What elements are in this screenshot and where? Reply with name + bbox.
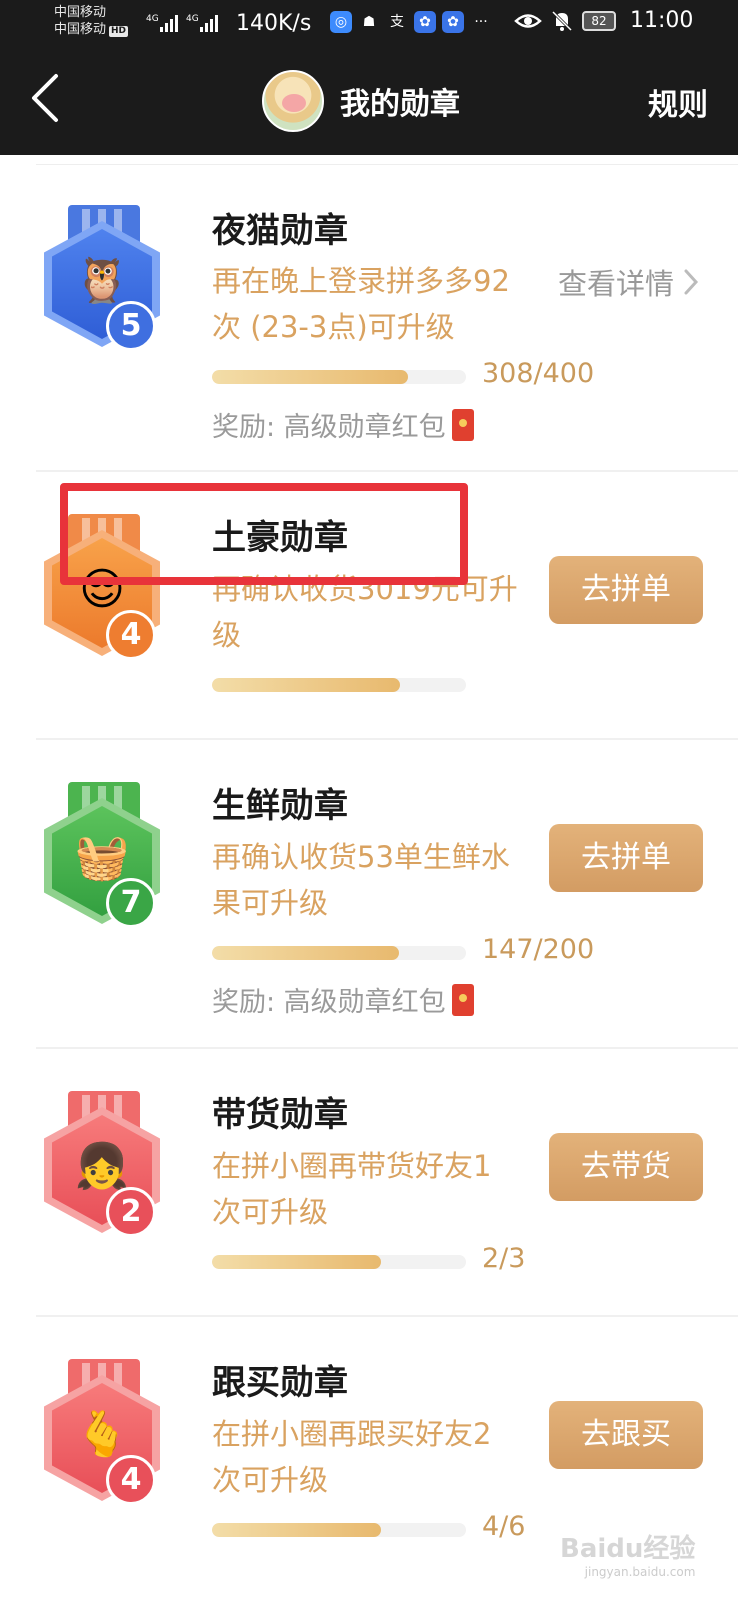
badge-description: 在拼小圈再带货好友1次可升级 <box>212 1149 492 1229</box>
more-icon: ··· <box>474 14 488 30</box>
progress-fill <box>212 678 400 692</box>
badge-description: 再确认收货3019元可升级 <box>212 572 518 652</box>
avatar[interactable] <box>262 70 324 132</box>
medal-fresh: 🧺 7 <box>44 782 164 932</box>
reward-label: 奖励: 高级勋章红包 <box>212 412 446 443</box>
progress-fill <box>212 946 399 960</box>
alipay-icon: 支 <box>390 14 404 30</box>
rich-man-icon: 😎 <box>79 564 125 615</box>
progress-count: 308/400 <box>482 358 595 389</box>
group-buy-button[interactable]: 去拼单 <box>549 824 703 892</box>
chevron-left-icon <box>32 74 58 122</box>
baidu-watermark: Baidu经验 jingyan.baidu.com <box>560 1528 695 1579</box>
view-details-label: 查看详情 <box>558 267 675 301</box>
baidu-icon: ✿ <box>414 11 436 33</box>
reward-info: 奖励: 高级勋章红包 <box>212 405 474 444</box>
hand-heart-icon: 🫰 <box>74 1409 130 1460</box>
rules-link[interactable]: 规则 <box>648 80 708 124</box>
red-packet-icon <box>451 983 474 1016</box>
network-speed: 140K/s <box>236 11 312 36</box>
net-type-2: 4G <box>186 14 199 24</box>
carrier-2: 中国移动 <box>54 22 107 37</box>
baidu-icon-2: ✿ <box>442 11 464 33</box>
badge-description: 在拼小圈再跟买好友2次可升级 <box>212 1417 492 1497</box>
notification-icons: ◎ ☗ 支 ✿ ✿ ··· <box>330 11 492 33</box>
badge-title: 带货勋章 <box>212 1095 348 1135</box>
badge-title: 跟买勋章 <box>212 1363 348 1403</box>
promote-button[interactable]: 去带货 <box>549 1133 703 1201</box>
badge-title: 夜猫勋章 <box>212 211 348 251</box>
group-buy-button[interactable]: 去拼单 <box>549 556 703 624</box>
level-badge: 7 <box>106 878 156 928</box>
level-badge: 5 <box>106 301 156 351</box>
badge-item-night-owl: 🦉 5 夜猫勋章 再在晚上登录拼多多92次 (23-3点)可升级 查看详情 30… <box>0 165 738 472</box>
page: 中国移动 中国移动 HD 4G 4G 140K/s ◎ ☗ 支 ✿ ✿ ··· … <box>0 0 738 1600</box>
view-details-link[interactable]: 查看详情 <box>558 261 702 303</box>
badge-title: 生鲜勋章 <box>212 786 348 826</box>
carrier-1: 中国移动 <box>54 5 107 20</box>
progress-bar <box>212 370 466 384</box>
status-right: 82 11:00 <box>514 8 693 33</box>
avatar-face <box>282 94 306 112</box>
app-notification-icon: ◎ <box>330 11 352 33</box>
net-type-1: 4G <box>146 14 159 24</box>
medal-promote: 👧 2 <box>44 1091 164 1241</box>
back-button[interactable] <box>24 70 74 126</box>
progress-bar <box>212 1255 466 1269</box>
reward-info: 奖励: 高级勋章红包 <box>212 980 474 1019</box>
level-badge: 2 <box>106 1187 156 1237</box>
chevron-right-icon <box>684 269 699 295</box>
progress-bar <box>212 1523 466 1537</box>
follow-buy-button[interactable]: 去跟买 <box>549 1401 703 1469</box>
qq-icon: ☗ <box>362 14 376 30</box>
mute-bell-icon <box>551 10 573 31</box>
progress-count: 2/3 <box>482 1243 526 1274</box>
medal-night-owl: 🦉 5 <box>44 205 164 355</box>
red-packet-icon <box>451 408 474 441</box>
nav-center: 我的勋章 <box>262 70 460 132</box>
battery-icon: 82 <box>582 10 616 31</box>
status-bar: 中国移动 中国移动 HD 4G 4G 140K/s ◎ ☗ 支 ✿ ✿ ··· … <box>0 0 738 52</box>
badge-description: 再在晚上登录拼多多92次 (23-3点)可升级 <box>212 264 510 344</box>
girl-heart-icon: 👧 <box>74 1141 130 1192</box>
badge-description: 再确认收货53单生鲜水果可升级 <box>212 840 510 920</box>
eye-icon <box>514 13 542 28</box>
progress-bar <box>212 678 466 692</box>
reward-label: 奖励: 高级勋章红包 <box>212 987 446 1018</box>
level-badge: 4 <box>106 1455 156 1505</box>
badge-item-fresh: 🧺 7 生鲜勋章 再确认收货53单生鲜水果可升级 去拼单 147/200 奖励:… <box>0 740 738 1049</box>
level-badge: 4 <box>106 610 156 660</box>
nav-bar: 我的勋章 规则 <box>0 52 738 155</box>
badge-title: 土豪勋章 <box>212 518 348 558</box>
progress-fill <box>212 1523 382 1537</box>
carrier-info: 中国移动 中国移动 HD <box>54 4 129 38</box>
signal-icon-2: 4G <box>186 14 218 32</box>
clock: 11:00 <box>630 8 694 33</box>
owl-icon: 🦉 <box>74 255 130 306</box>
progress-fill <box>212 370 408 384</box>
page-title: 我的勋章 <box>340 87 460 122</box>
medal-follow-buy: 🫰 4 <box>44 1359 164 1509</box>
watermark-url: jingyan.baidu.com <box>584 1565 696 1579</box>
signal-icon-1: 4G <box>146 14 178 32</box>
progress-bar <box>212 946 466 960</box>
progress-count: 147/200 <box>482 934 595 965</box>
fruit-basket-icon: 🧺 <box>74 832 130 883</box>
badge-item-promote: 👧 2 带货勋章 在拼小圈再带货好友1次可升级 去带货 2/3 <box>0 1049 738 1317</box>
progress-fill <box>212 1255 382 1269</box>
watermark-brand: Baidu经验 <box>560 1534 696 1564</box>
medal-rich: 😎 4 <box>44 514 164 664</box>
badge-item-rich: 😎 4 土豪勋章 再确认收货3019元可升级 去拼单 <box>0 472 738 740</box>
progress-count: 4/6 <box>482 1511 526 1542</box>
top-bar: 中国移动 中国移动 HD 4G 4G 140K/s ◎ ☗ 支 ✿ ✿ ··· … <box>0 0 738 155</box>
hd-badge: HD <box>109 26 129 37</box>
